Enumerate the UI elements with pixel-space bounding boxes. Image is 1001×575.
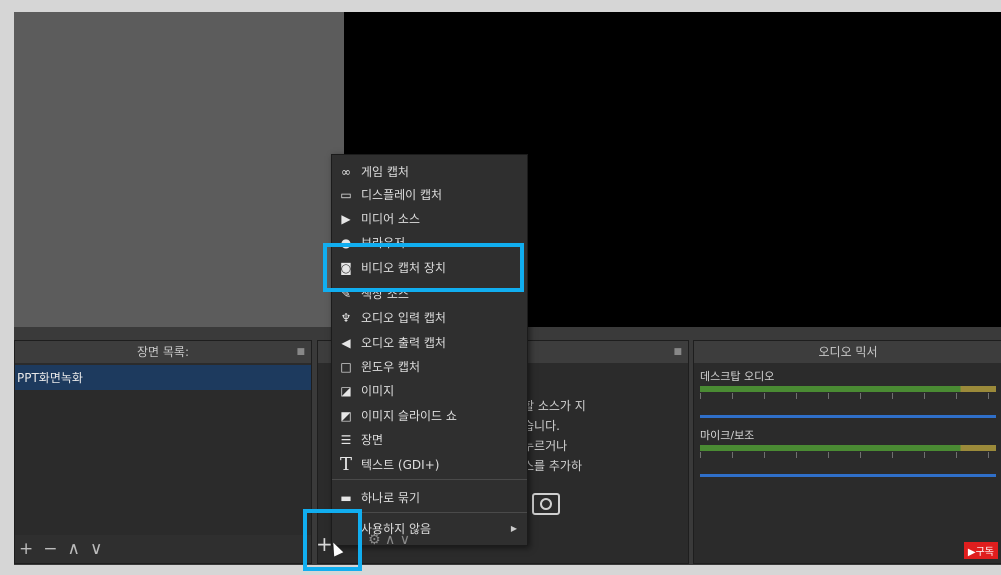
menu-item-label: 이미지 슬라이드 쇼 <box>361 409 457 423</box>
menu-item-label: 디스플레이 캡처 <box>361 188 443 202</box>
microphone-icon: ♆ <box>340 310 352 325</box>
menu-item-label: 장면 <box>361 433 384 447</box>
add-scene-button[interactable]: + <box>19 539 33 559</box>
remove-scene-button[interactable]: − <box>43 539 57 559</box>
volume-meter <box>700 386 996 392</box>
scenes-title: 장면 목록: <box>136 345 190 359</box>
scenes-dock: 장면 목록: ■ PPT화면녹화 + − ∧ ∨ <box>14 340 312 564</box>
submenu-arrow-icon: ▶ <box>510 524 517 533</box>
scenes-toolbar: + − ∧ ∨ <box>15 535 311 563</box>
menu-item-label: 윈도우 캡처 <box>361 360 421 374</box>
preview-side-area <box>14 12 344 327</box>
subscribe-badge[interactable]: ▶구독 <box>963 542 998 559</box>
menu-item-text[interactable]: T 텍스트 (GDI+) <box>332 453 527 476</box>
mixer-dock-title: 오디오 믹서 <box>694 341 1001 363</box>
play-icon: ▶ <box>341 211 351 226</box>
dock-float-icon[interactable]: ■ <box>673 341 682 363</box>
menu-item-label: 텍스트 (GDI+) <box>361 458 440 472</box>
menu-item-media-source[interactable]: ▶ 미디어 소스 <box>332 207 527 230</box>
hint-line: 습니다. <box>523 419 560 433</box>
menu-item-label: 하나로 묶기 <box>361 491 421 505</box>
hint-line: 할 소스가 지 <box>523 399 586 413</box>
window-icon: □ <box>340 359 352 374</box>
hint-line: 스를 추가하 <box>523 459 583 473</box>
list-icon: ☰ <box>340 432 352 447</box>
channel-label: 마이크/보조 <box>700 429 755 442</box>
image-icon: ◪ <box>340 383 352 398</box>
move-scene-down-button[interactable]: ∨ <box>90 539 102 559</box>
sources-empty-hint: 할 소스가 지 습니다. 누르거나 스를 추가하 <box>523 396 586 476</box>
camera-icon <box>532 493 560 515</box>
menu-item-label: 이미지 <box>361 384 395 398</box>
audio-mixer-dock: 오디오 믹서 데스크탑 오디오 마이크/보조 ▶구독 <box>693 340 1001 564</box>
menu-item-image-slideshow[interactable]: ◩ 이미지 슬라이드 쇼 <box>332 404 527 427</box>
menu-item-display-capture[interactable]: ▭ 디스플레이 캡처 <box>332 183 527 206</box>
speaker-icon: ◀ <box>341 335 351 350</box>
monitor-icon: ▭ <box>340 187 352 202</box>
text-icon: T <box>339 454 352 475</box>
channel-label: 데스크탑 오디오 <box>700 370 775 383</box>
scene-item[interactable]: PPT화면녹화 <box>15 365 311 390</box>
hint-line: 누르거나 <box>523 439 568 453</box>
volume-slider[interactable] <box>700 415 996 418</box>
slideshow-icon: ◩ <box>340 408 352 423</box>
add-source-menu: ∞ 게임 캡처 ▭ 디스플레이 캡처 ▶ 미디어 소스 ● 브라우저 ◙ 비디오 캡처 장… <box>331 154 528 546</box>
menu-item-group[interactable]: ▬ 하나로 묶기 <box>332 486 527 509</box>
move-scene-up-button[interactable]: ∧ <box>68 539 80 559</box>
dock-float-icon[interactable]: ■ <box>296 341 305 363</box>
menu-item-label: 게임 캡처 <box>361 165 409 179</box>
gamepad-icon: ∞ <box>341 164 351 179</box>
meter-ticks <box>700 452 996 458</box>
source-toolbar-faded: ⚙ ∧ ∨ <box>368 532 410 548</box>
menu-item-audio-input[interactable]: ♆ 오디오 입력 캡처 <box>332 306 527 329</box>
volume-slider[interactable] <box>700 474 996 477</box>
menu-item-audio-output[interactable]: ◀ 오디오 출력 캡처 <box>332 331 527 354</box>
meter-ticks <box>700 393 996 399</box>
menu-item-label: 미디어 소스 <box>361 212 421 226</box>
mixer-title: 오디오 믹서 <box>818 345 878 359</box>
menu-separator <box>332 479 527 480</box>
menu-item-image[interactable]: ◪ 이미지 <box>332 379 527 402</box>
mixer-channel: 마이크/보조 <box>700 427 996 481</box>
scenes-dock-title: 장면 목록: ■ <box>15 341 311 363</box>
menu-item-game-capture[interactable]: ∞ 게임 캡처 <box>332 160 527 183</box>
folder-icon: ▬ <box>340 490 352 505</box>
menu-item-window-capture[interactable]: □ 윈도우 캡처 <box>332 355 527 378</box>
highlight-video-capture <box>323 243 524 292</box>
mixer-channel: 데스크탑 오디오 <box>700 368 996 422</box>
menu-item-label: 오디오 입력 캡처 <box>361 311 446 325</box>
volume-meter <box>700 445 996 451</box>
menu-item-label: 오디오 출력 캡처 <box>361 336 446 350</box>
menu-item-scene[interactable]: ☰ 장면 <box>332 428 527 451</box>
